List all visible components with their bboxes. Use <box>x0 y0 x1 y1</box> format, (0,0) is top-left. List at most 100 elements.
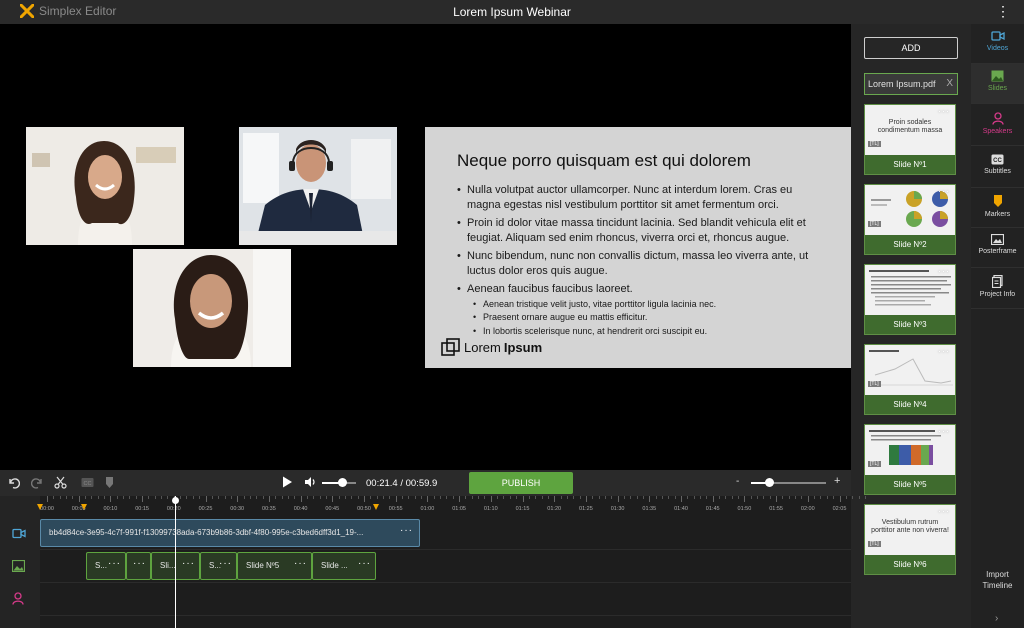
slide-clip[interactable]: S... ··· <box>86 552 126 580</box>
ruler-tick <box>712 496 714 502</box>
logo-text-bold: Ipsum <box>503 339 543 355</box>
playhead-handle[interactable] <box>172 497 179 504</box>
clip-menu-icon[interactable]: ··· <box>400 525 413 536</box>
ruler-label: 00:40 <box>293 506 308 512</box>
sidebar-item-speakers[interactable]: Speakers <box>971 106 1024 146</box>
sidebar-item-videos[interactable]: Videos <box>971 24 1024 64</box>
add-button[interactable]: ADD <box>864 37 958 59</box>
sidebar-label: Speakers <box>982 128 1013 135</box>
speakers-track <box>40 583 851 616</box>
sidebar-item-slides[interactable]: Slides <box>971 64 1024 104</box>
sidebar-item-posterframe[interactable]: Posterframe <box>971 228 1024 268</box>
thumbnail-tag: [TL] <box>868 461 881 467</box>
ruler-minor-tick <box>256 496 258 499</box>
ruler-minor-tick <box>154 496 156 499</box>
ruler-minor-tick <box>97 496 99 499</box>
zoom-slider[interactable] <box>751 478 826 487</box>
publish-button[interactable]: PUBLISH <box>469 472 573 494</box>
slide-clip[interactable]: S... ··· <box>200 552 237 580</box>
clip-menu-icon[interactable]: ··· <box>294 558 307 569</box>
ruler-minor-tick <box>218 496 220 499</box>
more-menu-icon[interactable]: ⋮ <box>996 3 1010 20</box>
video-clip-label: bb4d84ce-3e95-4c7f-991f-f13099738ada-673… <box>49 528 364 537</box>
slide-thumbnail-2[interactable]: [TL] ··· Slide Nº2 <box>864 184 956 255</box>
slide-subbullet: Praesent ornare augue eu mattis efficitu… <box>457 311 823 325</box>
ruler-minor-tick <box>53 496 55 499</box>
sidebar-item-project-info[interactable]: Project Info <box>971 269 1024 309</box>
timeline-marker[interactable] <box>37 504 43 510</box>
ruler-tick <box>617 496 619 502</box>
chevron-right-icon[interactable]: › <box>995 613 998 624</box>
video-clip[interactable]: bb4d84ce-3e95-4c7f-991f-f13099738ada-673… <box>40 519 420 547</box>
close-icon[interactable]: X <box>946 78 953 89</box>
subtitle-toggle-icon[interactable]: CC <box>81 476 94 489</box>
clip-menu-icon[interactable]: ··· <box>133 558 146 569</box>
tool-sidebar: Videos Slides Speakers CC Subtitles Mark… <box>971 24 1024 628</box>
thumbnail-menu-icon[interactable]: ··· <box>938 426 950 436</box>
slide-title: Neque porro quisquam est qui dolorem <box>457 151 751 170</box>
ruler-minor-tick <box>224 496 226 499</box>
timeline-marker[interactable] <box>373 504 379 510</box>
slide-logo: Lorem Ipsum <box>441 338 542 356</box>
volume-knob[interactable] <box>337 478 347 487</box>
sidebar-item-subtitles[interactable]: CC Subtitles <box>971 148 1024 188</box>
import-timeline-button[interactable]: Import Timeline <box>971 569 1024 591</box>
ruler-minor-tick <box>693 496 695 499</box>
thumbnail-menu-icon[interactable]: ··· <box>938 506 950 516</box>
thumbnail-menu-icon[interactable]: ··· <box>938 186 950 196</box>
slide-thumbnail-5[interactable]: [TL] ··· Slide Nº5 <box>864 424 956 495</box>
ruler-label: 01:05 <box>452 506 466 512</box>
thumbnail-caption: Slide Nº3 <box>865 315 955 334</box>
ruler-minor-tick <box>503 496 505 499</box>
ruler-minor-tick <box>623 496 625 499</box>
slide-file-chip[interactable]: Lorem Ipsum.pdf X <box>864 73 958 95</box>
time-ruler[interactable]: 00:00 00:05 00:10 00:15 00:20 00:25 00:30 00:35… <box>37 496 866 516</box>
volume-slider[interactable] <box>322 478 356 487</box>
timeline-marker[interactable] <box>81 504 87 510</box>
slide-thumbnail-3[interactable]: ··· Slide Nº3 <box>864 264 956 335</box>
sidebar-label: Subtitles <box>984 168 1011 175</box>
timeline-label: Timeline <box>982 581 1013 590</box>
zoom-out-button[interactable]: - <box>736 476 739 487</box>
slide-bullet: Nulla volutpat auctor ullamcorper. Nunc … <box>457 183 823 212</box>
slide-clip[interactable]: Slide ... ··· <box>312 552 376 580</box>
ruler-minor-tick <box>611 496 613 499</box>
ruler-tick <box>681 496 682 502</box>
ruler-minor-tick <box>199 496 201 499</box>
slide-clip[interactable]: ··· <box>126 552 151 580</box>
undo-icon[interactable] <box>7 476 20 489</box>
clip-menu-icon[interactable]: ··· <box>108 558 121 569</box>
thumbnail-menu-icon[interactable]: ··· <box>938 346 950 356</box>
thumbnail-menu-icon[interactable]: ··· <box>938 266 950 276</box>
ruler-tick <box>47 496 48 502</box>
volume-icon[interactable] <box>304 476 317 488</box>
clip-menu-icon[interactable]: ··· <box>358 558 371 569</box>
ruler-minor-tick <box>528 496 530 499</box>
ruler-minor-tick <box>750 496 752 499</box>
slide-thumbnail-1[interactable]: Proin sodales condimentum massa [TL] ···… <box>864 104 956 175</box>
slide-clip[interactable]: Slide Nº5 ··· <box>237 552 312 580</box>
sidebar-label: Videos <box>986 45 1009 52</box>
sidebar-label: Posterframe <box>978 248 1017 255</box>
zoom-in-button[interactable]: + <box>834 475 840 487</box>
cut-icon[interactable] <box>54 476 67 489</box>
clip-menu-icon[interactable]: ··· <box>182 558 195 569</box>
play-icon[interactable] <box>282 476 293 488</box>
zoom-knob[interactable] <box>764 478 774 487</box>
ruler-tick <box>554 496 556 502</box>
slide-thumbnail-6[interactable]: Vestibulum rutrum porttitor ante non viv… <box>864 504 956 575</box>
redo-icon[interactable] <box>31 476 44 489</box>
ruler-label: 00:25 <box>198 506 213 512</box>
slide-thumbnail-4[interactable]: [TL] ··· Slide Nº4 <box>864 344 956 415</box>
ruler-minor-tick <box>148 496 150 499</box>
ruler-tick <box>839 496 841 502</box>
playhead[interactable] <box>175 496 176 628</box>
marker-add-icon[interactable] <box>103 476 116 489</box>
thumbnail-caption: Slide Nº1 <box>865 155 955 174</box>
sidebar-item-markers[interactable]: Markers <box>971 188 1024 228</box>
ruler-minor-tick <box>478 496 480 499</box>
video-icon <box>990 31 1005 41</box>
clip-menu-icon[interactable]: ··· <box>219 558 232 569</box>
thumbnail-menu-icon[interactable]: ··· <box>938 106 950 116</box>
ruler-tick <box>459 496 461 502</box>
